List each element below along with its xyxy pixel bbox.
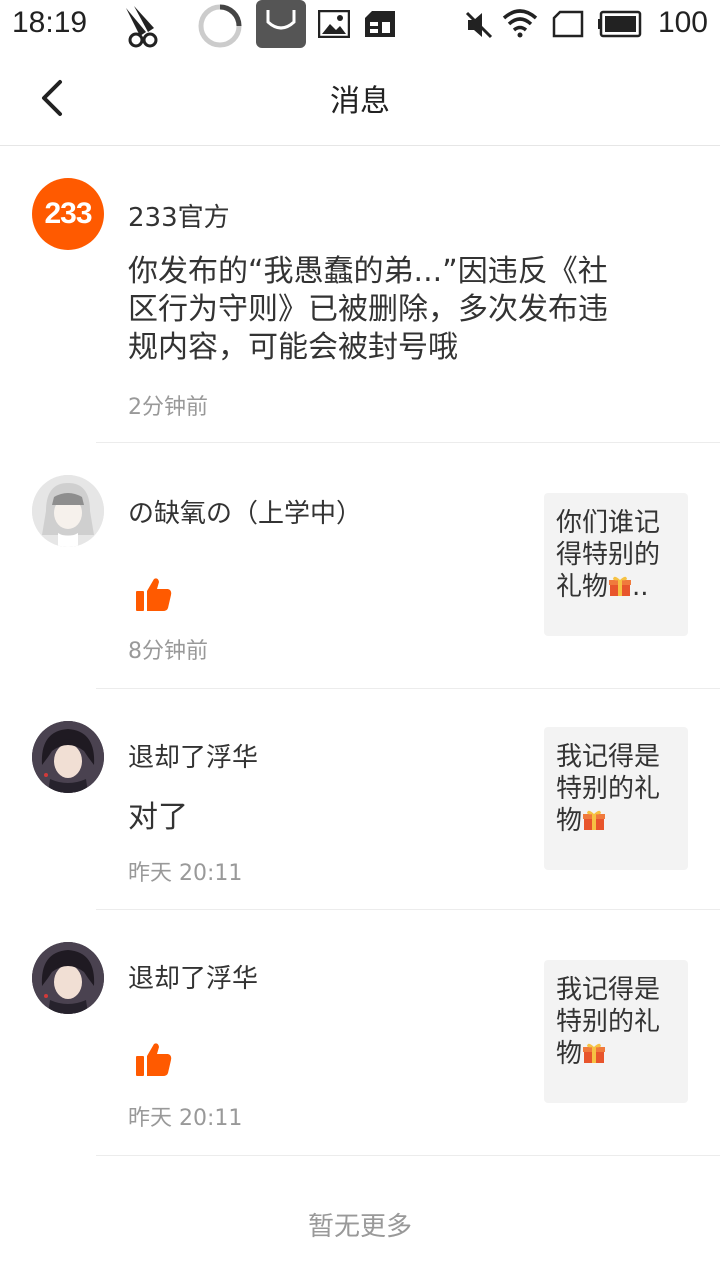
avatar-logo-text: 233 [44, 197, 92, 230]
message-text-line: 区行为守则》已被删除，多次发布违 [128, 292, 608, 327]
gift-icon [609, 576, 632, 596]
quoted-post[interactable]: 你们谁记 得特别的 礼物.. [544, 493, 688, 636]
app-logo-icon [126, 6, 158, 48]
quoted-post-ellipsis: .. [632, 572, 649, 602]
avatar-image [32, 721, 104, 793]
quoted-post[interactable]: 我记得是 特别的礼 物 [544, 727, 688, 870]
avatar[interactable] [32, 721, 104, 793]
message-time: 8分钟前 [128, 639, 208, 664]
avatar[interactable] [32, 475, 104, 547]
message-text: 对了 [128, 800, 188, 835]
quoted-post-line: 我记得是 [556, 975, 661, 1005]
sim-card-icon [365, 11, 395, 37]
quoted-post-line: 得特别的 [556, 540, 661, 570]
thumbs-up-icon [136, 578, 172, 611]
quoted-post-line: 特别的礼 [556, 1007, 661, 1037]
quoted-post-line: 你们谁记 [556, 508, 661, 538]
sender-name[interactable]: 233官方 [128, 197, 230, 234]
header: 消息 [0, 50, 720, 146]
battery-icon [598, 10, 642, 38]
status-time: 18:19 [12, 6, 88, 39]
sender-name[interactable]: の缺氧の（上学中） [128, 493, 362, 530]
image-icon [318, 10, 350, 38]
avatar-image [32, 475, 104, 547]
quoted-post-line: 特别的礼 [556, 774, 661, 804]
wifi-icon [502, 9, 538, 38]
thumbs-up-icon [136, 1043, 172, 1076]
divider [96, 1155, 720, 1156]
status-bar: 18:19 100 [0, 0, 720, 50]
sender-name[interactable]: 退却了浮华 [128, 958, 258, 995]
quoted-post-line: 物 [556, 806, 583, 836]
gift-icon [583, 810, 606, 830]
message-time: 2分钟前 [128, 395, 208, 420]
message-item-like[interactable]: の缺氧の（上学中） 8分钟前 你们谁记 得特别的 礼物.. [0, 443, 720, 689]
quoted-post-line: 物 [556, 1039, 583, 1069]
quoted-post-line: 礼物 [556, 572, 609, 602]
quoted-post-line: 我记得是 [556, 742, 661, 772]
no-more-text: 暂无更多 [307, 1212, 412, 1242]
mute-icon [465, 11, 493, 39]
message-text-line: 你发布的“我愚蠢的弟...”因违反《社 [128, 254, 608, 289]
quoted-post[interactable]: 我记得是 特别的礼 物 [544, 960, 688, 1103]
battery-level: 100 [657, 6, 708, 39]
sender-name[interactable]: 退却了浮华 [128, 737, 258, 774]
message-text-line: 规内容，可能会被封号哦 [128, 330, 458, 365]
loading-circle-icon [198, 4, 242, 48]
message-text: 你发布的“我愚蠢的弟...”因违反《社 区行为守则》已被删除，多次发布违 规内容… [128, 253, 608, 367]
sim-slot-icon [552, 10, 584, 38]
message-item-reply[interactable]: 退却了浮华 对了 昨天 20:11 我记得是 特别的礼 物 [0, 689, 720, 910]
avatar[interactable]: 233 [32, 178, 104, 250]
gift-icon [583, 1043, 606, 1063]
store-bag-icon [256, 0, 306, 48]
message-item-official[interactable]: 233 233官方 你发布的“我愚蠢的弟...”因违反《社 区行为守则》已被删除… [0, 147, 720, 443]
avatar-image [32, 942, 104, 1014]
page-title: 消息 [330, 84, 390, 119]
message-time: 昨天 20:11 [128, 1106, 243, 1131]
message-item-like[interactable]: 退却了浮华 昨天 20:11 我记得是 特别的礼 物 [0, 910, 720, 1156]
message-time: 昨天 20:11 [128, 861, 243, 886]
avatar[interactable] [32, 942, 104, 1014]
